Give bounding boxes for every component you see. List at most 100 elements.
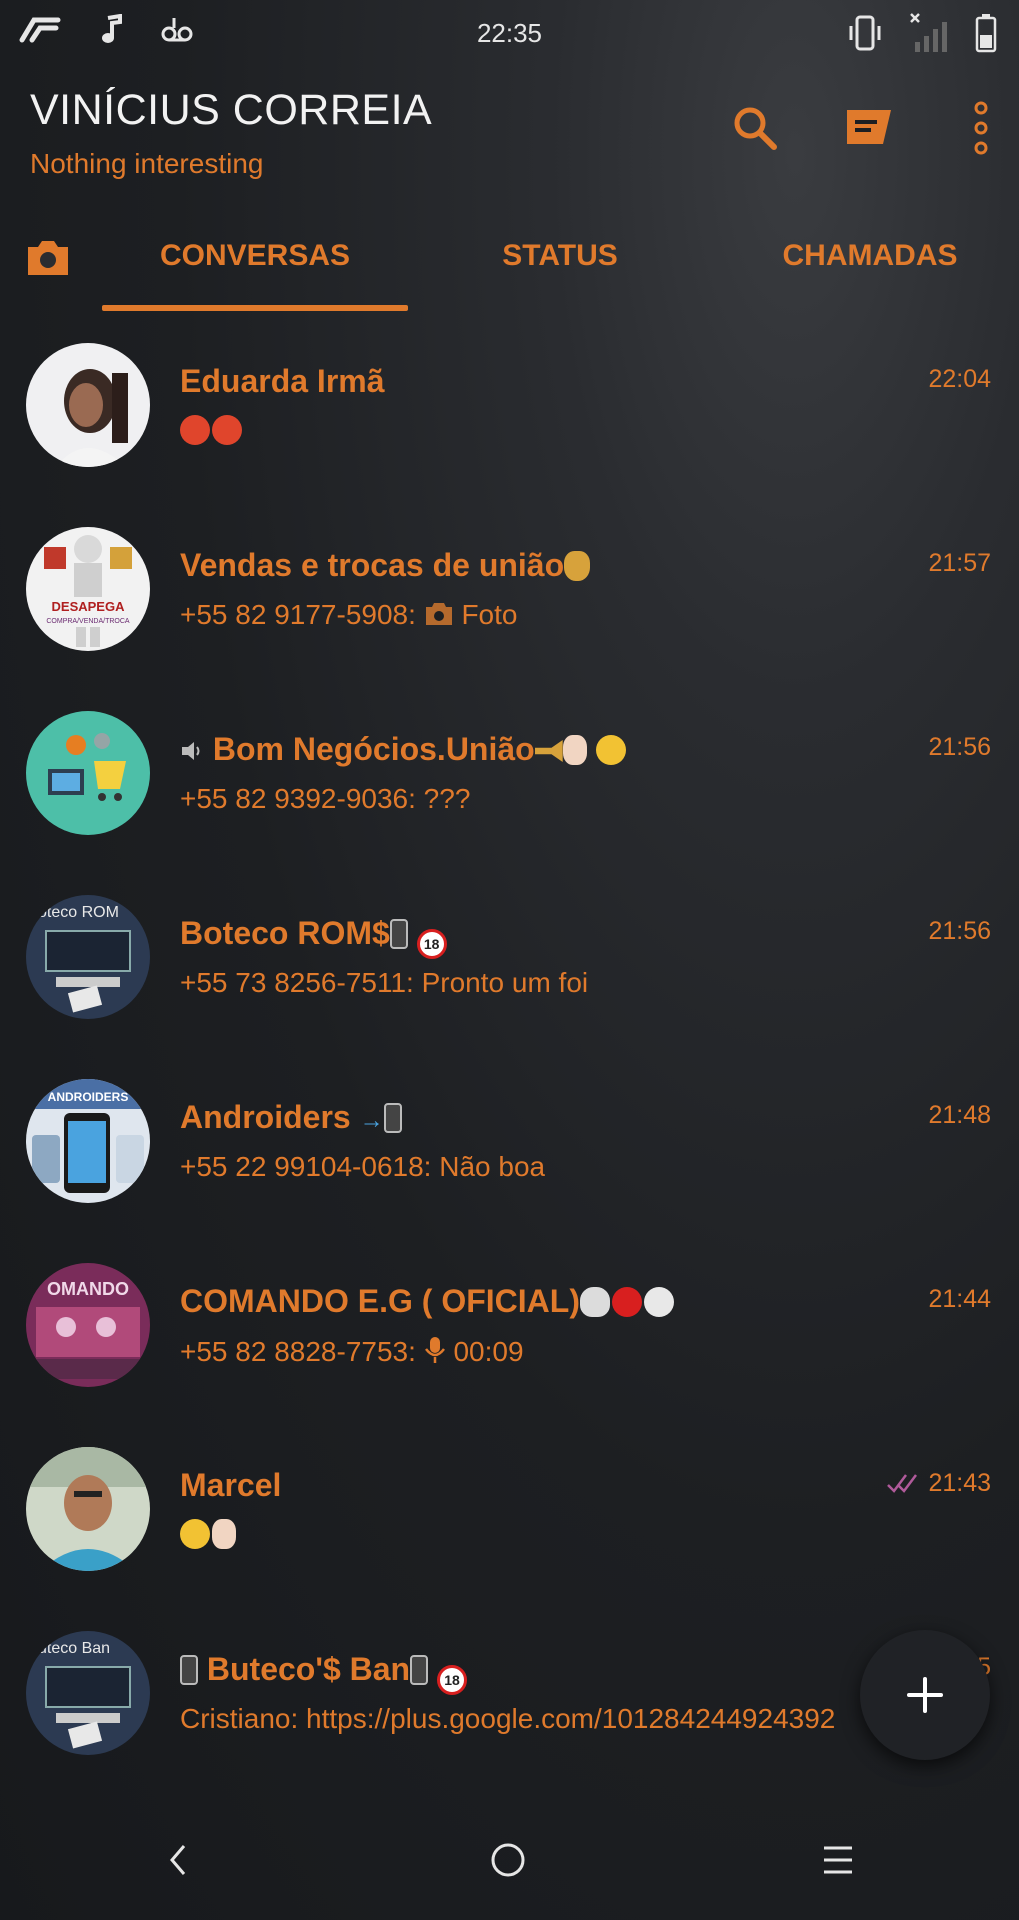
chat-name: Buteco'$ Ban 18 <box>180 1651 467 1695</box>
avatar-photo: uteco Ban <box>26 1631 150 1755</box>
chat-row[interactable]: Bom Negócios.União +55 82 9392-9036: ???… <box>0 711 1019 895</box>
trumpet-emoji-icon <box>534 740 563 762</box>
chat-sender: +55 82 9177-5908: <box>180 599 416 630</box>
status-right-icons <box>847 12 997 54</box>
chat-row[interactable]: Marcel 21:43 <box>0 1447 1019 1631</box>
mobile-phone-emoji-icon <box>389 919 408 949</box>
menu-button[interactable] <box>808 1830 868 1890</box>
home-icon <box>491 1843 525 1877</box>
chat-row[interactable]: OMANDO COMANDO E.G ( OFICIAL) +55 82 882… <box>0 1263 1019 1447</box>
avatar-text: uteco Ban <box>38 1640 110 1657</box>
chat-time: 21:43 <box>886 1469 991 1498</box>
thumbs-up-emoji-icon <box>212 1519 236 1549</box>
slight-smile-emoji-icon <box>180 1519 210 1549</box>
chat-row[interactable]: ANDROIDERS Androiders → +55 22 99104-061… <box>0 1079 1019 1263</box>
grinning-face-emoji-icon <box>595 735 626 765</box>
chat-last-message <box>180 415 244 447</box>
chat-last-message: Cristiano: https://plus.google.com/10128… <box>180 1703 835 1735</box>
search-button[interactable] <box>727 100 783 156</box>
tab-status[interactable]: STATUS <box>430 239 690 273</box>
status-bar: 22:35 <box>0 0 1019 66</box>
chat-time-text: 21:43 <box>928 1469 991 1497</box>
plus-icon <box>907 1677 943 1713</box>
back-icon <box>170 1845 186 1875</box>
screen: 22:35 VINÍCIUS CORREIA Nothing interesti… <box>0 0 1019 1920</box>
chat-last-message: +55 73 8256-7511: Pronto um foi <box>180 967 588 999</box>
angry-face-emoji-icon <box>212 415 242 445</box>
chat-name-text: Buteco'$ Ban <box>206 1651 411 1687</box>
active-tab-indicator <box>102 305 408 311</box>
avatar-text: OMANDO <box>47 1279 129 1299</box>
chat-name-text: Vendas e trocas de união <box>180 547 565 583</box>
avatar[interactable]: OMANDO <box>26 1263 150 1387</box>
new-chat-button[interactable] <box>841 100 897 156</box>
avatar[interactable]: uteco Ban <box>26 1631 150 1755</box>
header-actions <box>719 100 1019 160</box>
avatar[interactable] <box>26 343 150 467</box>
chat-last-message <box>180 1519 236 1551</box>
avatar-photo <box>26 343 150 467</box>
page-subtitle: Nothing interesting <box>30 148 264 179</box>
voice-duration: 00:09 <box>453 1336 524 1367</box>
signal-no-service-icon <box>910 13 947 52</box>
avatar[interactable]: oteco ROM <box>26 895 150 1019</box>
chat-name: Androiders → <box>180 1099 402 1136</box>
chat-name-text: Androiders <box>180 1099 351 1135</box>
double-check-icon <box>887 1474 918 1493</box>
chat-time: 21:56 <box>928 917 991 945</box>
menu-icon <box>824 1846 852 1874</box>
search-icon <box>734 107 777 150</box>
avatar-text: oteco ROM <box>38 904 119 921</box>
speaker-emoji-icon <box>182 742 200 760</box>
avatar[interactable] <box>26 1447 150 1571</box>
mobile-phone-emoji-icon <box>180 1655 198 1685</box>
chat-name: Vendas e trocas de união <box>180 547 591 584</box>
pointing-hand-emoji-icon <box>562 735 587 765</box>
chat-row[interactable]: oteco ROM Boteco ROM$ 18 +55 73 8256-751… <box>0 895 1019 1079</box>
skull-emoji-icon <box>579 1287 610 1317</box>
back-button[interactable] <box>148 1830 208 1890</box>
chat-name: Boteco ROM$ 18 <box>180 915 447 959</box>
chat-row[interactable]: Eduarda Irmã 22:04 <box>0 343 1019 527</box>
avatar-text: DESAPEGA <box>52 599 126 614</box>
chat-last-message: +55 82 9392-9036: ??? <box>180 783 470 815</box>
new-chat-icon <box>847 110 891 144</box>
avatar[interactable] <box>26 711 150 835</box>
avatar-photo <box>26 711 150 835</box>
chat-time: 21:57 <box>928 549 991 577</box>
new-message-fab[interactable] <box>860 1630 990 1760</box>
tab-camera[interactable] <box>24 235 72 283</box>
avatar-photo: ANDROIDERS <box>26 1079 150 1203</box>
chat-time: 21:44 <box>928 1285 991 1313</box>
chat-row[interactable]: DESAPEGA COMPRA/VENDA/TROCA Vendas e tro… <box>0 527 1019 711</box>
avatar[interactable]: DESAPEGA COMPRA/VENDA/TROCA <box>26 527 150 651</box>
angry-face-emoji-icon <box>180 415 210 445</box>
avatar[interactable]: ANDROIDERS <box>26 1079 150 1203</box>
chat-name-text: Bom Negócios.União <box>212 731 535 767</box>
chat-name: Eduarda Irmã <box>180 363 385 399</box>
chat-last-message: +55 82 9177-5908: Foto <box>180 599 517 631</box>
battery-icon <box>975 14 997 53</box>
chat-name: Marcel <box>180 1467 282 1503</box>
chat-sender: +55 22 99104-0618: <box>180 1151 432 1182</box>
avatar-photo: oteco ROM <box>26 895 150 1019</box>
chat-name-text: Boteco ROM$ <box>180 915 390 951</box>
chat-time: 22:04 <box>928 365 991 393</box>
red-circle-emoji-icon <box>611 1287 642 1317</box>
home-button[interactable] <box>478 1830 538 1890</box>
chat-time: 21:56 <box>928 733 991 761</box>
chat-name: Bom Negócios.União <box>180 731 628 768</box>
avatar-photo: OMANDO <box>26 1263 150 1387</box>
chat-message-text: https://plus.google.com/101284244924392 <box>306 1703 836 1734</box>
chat-message-text: ??? <box>423 783 471 814</box>
chat-time: 21:48 <box>928 1101 991 1129</box>
tab-conversas[interactable]: CONVERSAS <box>102 239 408 273</box>
avatar-photo: DESAPEGA COMPRA/VENDA/TROCA <box>26 527 150 651</box>
more-options-button[interactable] <box>953 100 1009 156</box>
avatar-text: COMPRA/VENDA/TROCA <box>46 618 130 625</box>
chat-sender: +55 73 8256-7511: <box>180 967 414 998</box>
tab-chamadas[interactable]: CHAMADAS <box>740 239 1000 273</box>
chat-sender: Cristiano: <box>180 1703 299 1734</box>
camera-icon <box>28 241 68 275</box>
arrow-emoji-icon: → <box>359 1107 384 1134</box>
